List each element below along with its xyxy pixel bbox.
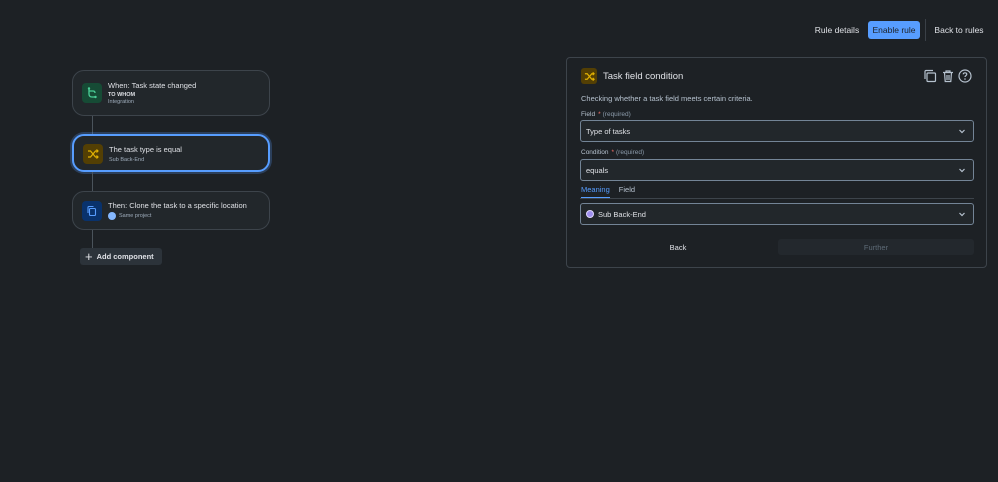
chevron-down-icon (959, 168, 965, 173)
meaning-select[interactable]: Sub Back-End (580, 203, 974, 225)
condition-panel: Task field condition Checking whether a … (566, 57, 987, 268)
back-to-rules-button[interactable]: Back to rules (931, 21, 987, 39)
chevron-down-icon (959, 212, 965, 217)
trigger-title: When: Task state changed (108, 81, 197, 90)
condition-select-value: equals (586, 165, 609, 175)
field-select-value: Type of tasks (586, 126, 631, 136)
condition-node[interactable]: The task type is equal Sub Back-End (72, 134, 270, 172)
action-title: Then: Clone the task to a specific locat… (108, 201, 247, 210)
condition-select[interactable]: equals (580, 159, 974, 181)
condition-subtitle: Sub Back-End (109, 157, 145, 163)
trigger-subtitle-to-whom: TO WHOM (108, 92, 136, 98)
issue-type-icon (586, 210, 594, 218)
trash-icon[interactable] (941, 69, 955, 83)
condition-title: The task type is equal (109, 145, 182, 154)
tab-meaning[interactable]: Meaning (581, 185, 610, 199)
further-button[interactable]: Further (778, 239, 974, 255)
plus-icon: + (85, 249, 93, 264)
tab-field[interactable]: Field (619, 185, 635, 199)
back-button[interactable]: Back (580, 239, 776, 255)
flow-connector (92, 116, 93, 134)
help-icon[interactable] (958, 69, 972, 83)
enable-rule-button[interactable]: Enable rule (868, 21, 920, 39)
panel-description: Checking whether a task field meets cert… (581, 94, 753, 103)
flow-connector (92, 172, 93, 191)
field-label: Field * (required) (581, 111, 631, 118)
panel-title: Task field condition (603, 71, 684, 82)
header-separator (925, 19, 926, 41)
shuffle-icon (83, 144, 103, 164)
trigger-node[interactable]: When: Task state changed TO WHOM Integra… (72, 70, 270, 116)
condition-label: Condition * (required) (581, 149, 645, 156)
rule-details-button[interactable]: Rule details (810, 21, 864, 39)
field-select[interactable]: Type of tasks (580, 120, 974, 142)
meaning-select-value: Sub Back-End (598, 209, 646, 219)
action-node[interactable]: Then: Clone the task to a specific locat… (72, 191, 270, 230)
chevron-down-icon (959, 129, 965, 134)
value-tabs: Meaning Field (581, 185, 644, 199)
branch-icon (82, 83, 102, 103)
duplicate-icon[interactable] (923, 69, 937, 83)
copy-icon (82, 201, 102, 221)
action-subtitle: Same project (119, 213, 152, 219)
project-avatar-icon (108, 212, 116, 220)
add-component-label: Add component (96, 252, 154, 261)
tab-divider (580, 198, 974, 199)
shuffle-icon (581, 68, 597, 84)
trigger-subtitle-integration: Integration (108, 99, 134, 105)
add-component-button[interactable]: + Add component (80, 248, 162, 265)
flow-connector (92, 230, 93, 248)
